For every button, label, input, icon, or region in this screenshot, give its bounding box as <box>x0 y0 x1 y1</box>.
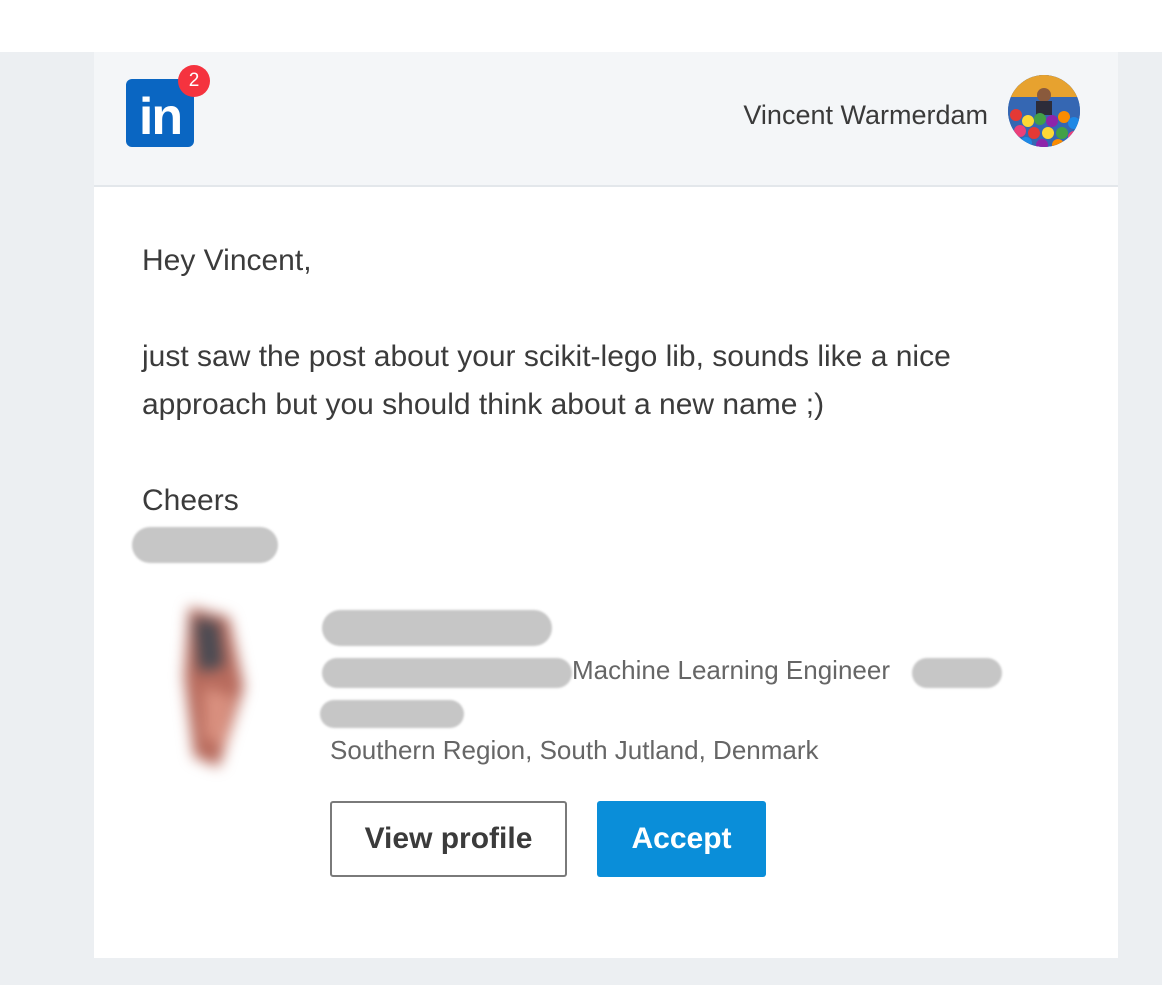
message-body: Hey Vincent, just saw the post about you… <box>142 237 1022 525</box>
message-greeting: Hey Vincent, <box>142 244 312 277</box>
email-card: in 2 Vincent Warmerdam Hey Vincent, just… <box>94 52 1118 958</box>
user-avatar[interactable] <box>1008 75 1080 147</box>
ball-pit-avatar-icon <box>1008 75 1080 147</box>
redacted-headline-prefix <box>322 658 572 688</box>
message-signoff: Cheers <box>142 484 239 517</box>
redacted-sender-name <box>132 527 278 563</box>
accept-button[interactable]: Accept <box>597 801 766 877</box>
email-header: in 2 Vincent Warmerdam <box>94 52 1118 187</box>
redacted-headline-line2 <box>320 700 464 728</box>
redacted-contact-name <box>322 610 552 646</box>
view-profile-button[interactable]: View profile <box>330 801 567 877</box>
contact-location: Southern Region, South Jutland, Denmark <box>330 735 819 765</box>
notification-badge: 2 <box>178 65 210 97</box>
user-name: Vincent Warmerdam <box>743 100 988 130</box>
contact-photo[interactable] <box>149 597 279 777</box>
blurred-contact-photo-icon <box>184 607 244 767</box>
message-text: just saw the post about your scikit-lego… <box>142 340 951 421</box>
contact-headline: Machine Learning Engineer <box>572 655 890 685</box>
redacted-headline-suffix <box>912 658 1002 688</box>
